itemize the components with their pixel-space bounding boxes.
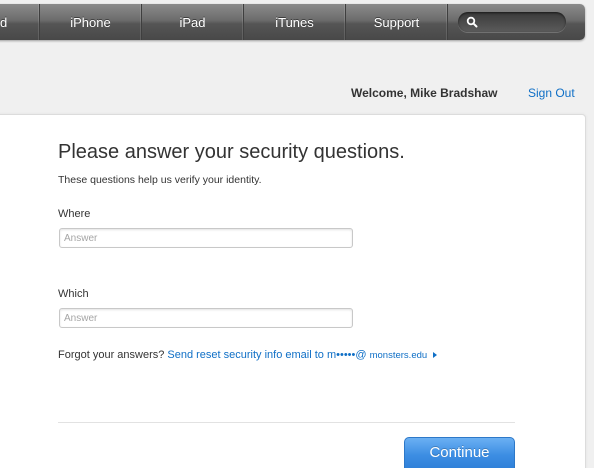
page: d iPhone iPad iTunes Support Welcome, Mi… [0,0,594,468]
page-subtitle: These questions help us verify your iden… [58,174,262,186]
nav-item-support[interactable]: Support [346,4,448,40]
reset-email-text: Send reset security info email to m•••••… [167,349,370,361]
nav-item-label: iPhone [70,14,111,30]
continue-button[interactable]: Continue [404,437,515,468]
question-label-1: Where [58,208,91,220]
answer-input-2[interactable] [59,308,353,328]
nav-item-label: iPad [179,14,206,30]
question-label-2: Which [58,288,89,300]
nav-item-label: iTunes [275,14,314,30]
nav-item-label: Support [373,14,420,30]
nav-search-area [448,4,585,40]
page-title: Please answer your security questions. [58,141,405,163]
welcome-text: Welcome, Mike Bradshaw [351,86,498,100]
answer-input-1[interactable] [59,228,353,248]
search-icon [466,16,478,28]
forgot-prefix: Forgot your answers? [58,349,165,361]
nav-item-label: d [0,14,8,30]
search-field[interactable] [458,12,566,32]
nav-item-partial[interactable]: d [0,4,40,40]
sign-out-link[interactable]: Sign Out [528,86,575,100]
top-nav: d iPhone iPad iTunes Support [0,4,585,40]
nav-item-itunes[interactable]: iTunes [244,4,346,40]
nav-item-ipad[interactable]: iPad [142,4,244,40]
nav-item-iphone[interactable]: iPhone [40,4,142,40]
forgot-answers-row: Forgot your answers? Send reset security… [58,349,438,361]
send-reset-email-link[interactable]: Send reset security info email to m•••••… [167,349,427,361]
chevron-right-icon[interactable] [433,352,438,358]
divider [58,422,515,423]
email-domain: monsters.edu [369,350,428,361]
